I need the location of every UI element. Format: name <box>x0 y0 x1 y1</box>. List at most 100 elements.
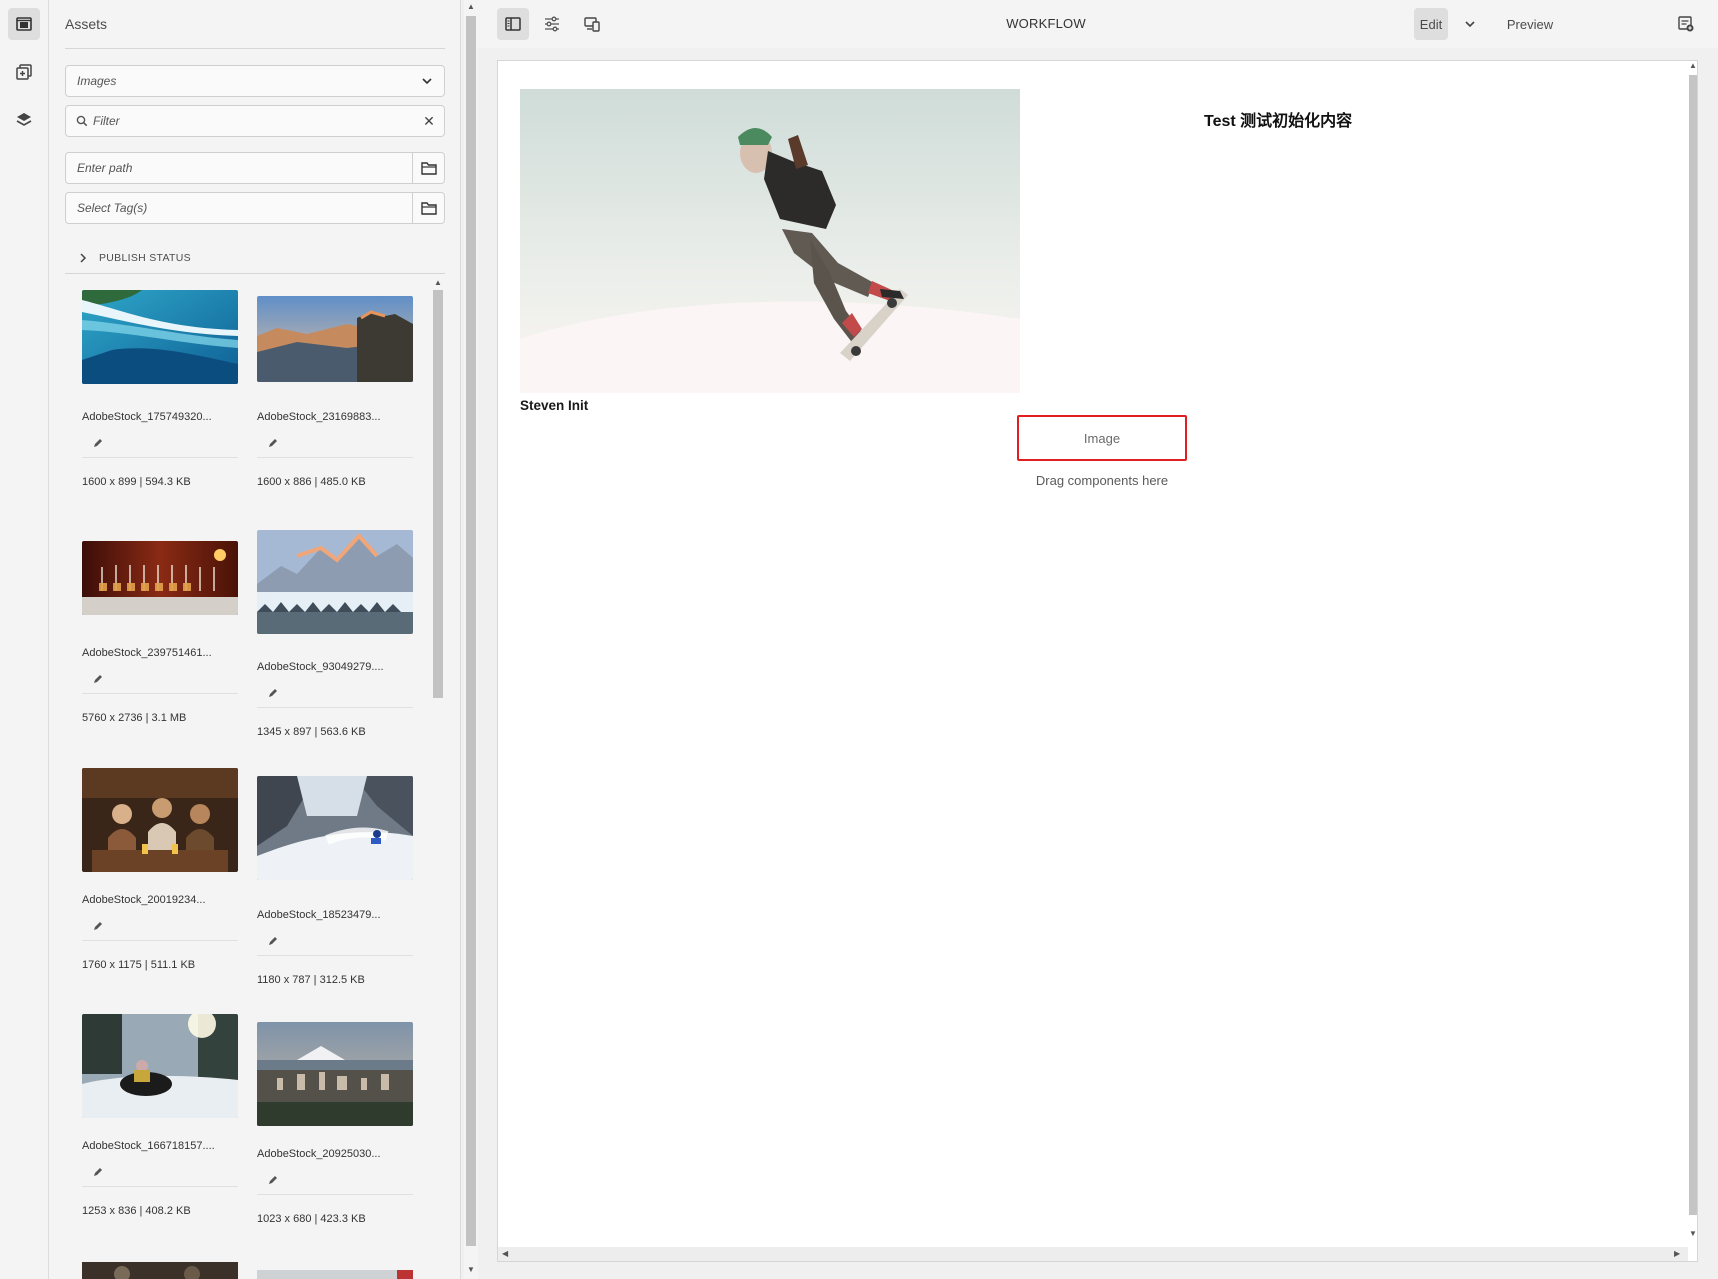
edit-mode-button[interactable]: Edit <box>1414 8 1448 40</box>
edit-icon[interactable] <box>92 437 104 449</box>
asset-meta: 1600 x 886 | 485.0 KB <box>257 476 366 488</box>
clear-icon[interactable]: ✕ <box>414 113 444 130</box>
search-icon <box>76 115 88 127</box>
asset-thumbnail <box>82 541 238 615</box>
asset-card[interactable]: AdobeStock_166718157.... 1253 x 836 | 40… <box>82 1010 238 1217</box>
assets-panel: Assets Images Filter ✕ Enter path Select… <box>49 0 461 1279</box>
scrollbar-thumb[interactable] <box>466 16 476 1246</box>
layers-icon[interactable] <box>8 104 40 136</box>
scrollbar-thumb[interactable] <box>1689 75 1697 1215</box>
path-placeholder: Enter path <box>77 161 133 175</box>
asset-name: AdobeStock_93049279.... <box>257 661 384 673</box>
hero-caption: Steven Init <box>520 398 589 413</box>
asset-card[interactable]: AdobeStock_239751461... 5760 x 2736 | 3.… <box>82 541 238 724</box>
page-information-icon[interactable] <box>1670 8 1702 40</box>
emulator-icon[interactable] <box>576 8 608 40</box>
asset-thumbnail <box>82 1010 238 1118</box>
filter-input[interactable]: Filter ✕ <box>65 105 445 137</box>
panel-scrollbar[interactable]: ▲ ▼ <box>464 0 478 1279</box>
asset-thumbnail <box>82 1262 238 1279</box>
divider <box>257 1194 413 1195</box>
canvas-vertical-scrollbar[interactable]: ▲ ▼ <box>1688 61 1698 1241</box>
asset-thumbnail <box>257 1022 413 1126</box>
filter-placeholder: Filter <box>93 114 120 128</box>
divider <box>82 1186 238 1187</box>
asset-meta: 1345 x 897 | 563.6 KB <box>257 726 366 738</box>
page-canvas: Test 测试初始化内容 Steven Init Image Drag comp… <box>497 60 1698 1262</box>
image-component-placeholder[interactable]: Image <box>1017 415 1187 461</box>
asset-card[interactable]: AdobeStock_175749320... 1600 x 899 | 594… <box>82 290 238 488</box>
divider <box>257 955 413 956</box>
edit-icon[interactable] <box>267 437 279 449</box>
toggle-side-panel-icon[interactable] <box>497 8 529 40</box>
folder-browse-icon[interactable] <box>412 193 444 223</box>
assets-finder-icon[interactable] <box>8 8 40 40</box>
edit-icon[interactable] <box>92 673 104 685</box>
asset-name: AdobeStock_166718157.... <box>82 1140 215 1152</box>
tags-placeholder: Select Tag(s) <box>77 201 148 215</box>
asset-type-select[interactable]: Images <box>65 65 445 97</box>
divider <box>65 273 445 274</box>
divider <box>257 707 413 708</box>
folder-browse-icon[interactable] <box>412 153 444 183</box>
scroll-down-icon[interactable]: ▼ <box>1689 1229 1697 1238</box>
asset-card[interactable]: AdobeStock_20925030... 1023 x 680 | 423.… <box>257 1022 413 1225</box>
asset-thumbnail <box>257 296 413 382</box>
scroll-up-icon[interactable]: ▲ <box>1689 61 1697 70</box>
asset-name: AdobeStock_175749320... <box>82 411 212 423</box>
edit-icon[interactable] <box>267 935 279 947</box>
asset-card[interactable] <box>82 1262 238 1279</box>
scroll-up-icon[interactable]: ▲ <box>434 278 442 287</box>
page-heading: Test 测试初始化内容 <box>1204 113 1353 130</box>
components-icon[interactable] <box>8 56 40 88</box>
asset-card[interactable]: AdobeStock_20019234... 1760 x 1175 | 511… <box>82 768 238 971</box>
edit-icon[interactable] <box>267 687 279 699</box>
page-properties-icon[interactable] <box>536 8 568 40</box>
chevron-right-icon <box>80 253 87 263</box>
publish-status-label: PUBLISH STATUS <box>99 252 191 264</box>
divider <box>257 457 413 458</box>
asset-thumbnail <box>257 776 413 880</box>
drop-zone-hint[interactable]: Drag components here <box>1017 473 1187 488</box>
asset-name: AdobeStock_239751461... <box>82 647 212 659</box>
page-title: WORKFLOW <box>1006 16 1086 31</box>
preview-button[interactable]: Preview <box>1498 8 1562 40</box>
asset-meta: 1023 x 680 | 423.3 KB <box>257 1213 366 1225</box>
asset-card[interactable]: AdobeStock_18523479... 1180 x 787 | 312.… <box>257 776 413 986</box>
asset-name: AdobeStock_20925030... <box>257 1148 381 1160</box>
asset-meta: 5760 x 2736 | 3.1 MB <box>82 712 187 724</box>
asset-list-scrollbar[interactable]: ▲ <box>432 278 444 1279</box>
path-input[interactable]: Enter path <box>65 152 445 184</box>
panel-title: Assets <box>65 16 108 32</box>
asset-thumbnail <box>257 530 413 634</box>
asset-card[interactable]: AdobeStock_93049279.... 1345 x 897 | 563… <box>257 530 413 738</box>
asset-card[interactable] <box>257 1268 413 1279</box>
edit-icon[interactable] <box>92 1166 104 1178</box>
scroll-up-icon[interactable]: ▲ <box>467 2 475 11</box>
asset-name: AdobeStock_18523479... <box>257 909 381 921</box>
scroll-left-icon[interactable]: ◀ <box>502 1249 508 1258</box>
asset-name: AdobeStock_20019234... <box>82 894 206 906</box>
asset-meta: 1180 x 787 | 312.5 KB <box>257 974 365 986</box>
side-rail <box>0 0 49 1279</box>
publish-status-toggle[interactable]: PUBLISH STATUS <box>65 243 445 273</box>
asset-name: AdobeStock_23169883... <box>257 411 381 423</box>
scrollbar-thumb[interactable] <box>433 290 443 698</box>
hero-image[interactable] <box>520 89 1020 393</box>
asset-thumbnail <box>82 768 238 872</box>
divider <box>82 940 238 941</box>
divider <box>82 693 238 694</box>
asset-meta: 1760 x 1175 | 511.1 KB <box>82 959 196 971</box>
edit-icon[interactable] <box>92 920 104 932</box>
mode-dropdown-chevron-icon[interactable] <box>1454 8 1486 40</box>
canvas-horizontal-scrollbar[interactable]: ◀ ▶ <box>498 1247 1688 1261</box>
asset-meta: 1600 x 899 | 594.3 KB <box>82 476 191 488</box>
edit-icon[interactable] <box>267 1174 279 1186</box>
scroll-down-icon[interactable]: ▼ <box>467 1265 475 1274</box>
scroll-right-icon[interactable]: ▶ <box>1674 1249 1680 1258</box>
tags-input[interactable]: Select Tag(s) <box>65 192 445 224</box>
asset-thumbnail <box>82 290 238 384</box>
divider <box>82 457 238 458</box>
asset-card[interactable]: AdobeStock_23169883... 1600 x 886 | 485.… <box>257 296 413 488</box>
asset-thumbnail <box>257 1270 413 1279</box>
